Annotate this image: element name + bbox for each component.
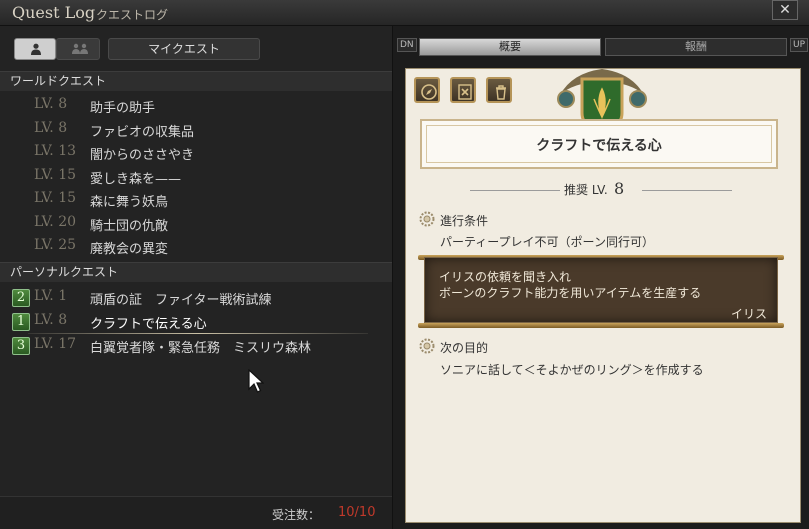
description-line-2: ボーンのクラフト能力を用いアイテムを生産する xyxy=(439,286,702,300)
tab-rewards[interactable]: 報酬 xyxy=(605,38,787,56)
quest-description-box: イリスの依頼を聞き入れ ボーンのクラフト能力を用いアイテムを生産する イリス xyxy=(424,257,778,323)
quest-row[interactable]: LV. 8 助手の助手 xyxy=(0,94,392,117)
conditions-label: 進行条件 xyxy=(440,214,489,228)
recommended-level-label: 推奨 LV. xyxy=(564,183,608,197)
gear-icon xyxy=(419,211,435,227)
track-quest-button[interactable] xyxy=(414,77,440,103)
quest-row[interactable]: 2 LV. 1 頑盾の証 ファイター戦術試練 xyxy=(0,286,392,309)
title-bar: Quest Log クエストログ ✕ xyxy=(0,0,809,26)
section-header-world: ワールドクエスト xyxy=(0,71,392,91)
accepted-count-value: 10/10 xyxy=(338,505,376,520)
tab-overview[interactable]: 概要 xyxy=(419,38,601,56)
divider-left xyxy=(470,190,560,191)
abandon-icon xyxy=(458,84,472,100)
quest-row[interactable]: LV. 8 ファビオの収集品 xyxy=(0,118,392,141)
quest-row[interactable]: LV. 15 愛しき森を—— xyxy=(0,165,392,188)
my-quest-button[interactable]: マイクエスト xyxy=(108,38,260,60)
quest-level: LV. 1 xyxy=(34,288,68,304)
quest-name: ファビオの収集品 xyxy=(90,125,195,140)
quest-level: LV. 13 xyxy=(34,143,77,159)
quest-name: 愛しき森を—— xyxy=(90,172,182,187)
window-title: Quest Log xyxy=(12,3,96,22)
quest-level: LV. 20 xyxy=(34,214,77,230)
close-button[interactable]: ✕ xyxy=(772,0,798,20)
quest-level: LV. 8 xyxy=(34,96,68,112)
divider-right xyxy=(642,190,732,191)
compass-icon xyxy=(421,84,437,100)
next-objective-label: 次の目的 xyxy=(440,341,489,355)
quest-row[interactable]: LV. 15 森に舞う妖鳥 xyxy=(0,188,392,211)
quest-level: LV. 15 xyxy=(34,167,77,183)
trash-icon xyxy=(496,85,506,100)
quest-row-selected[interactable]: 1 LV. 8 クラフトで伝える心 xyxy=(0,310,392,333)
conditions-text: パーティープレイ不可（ポーン同行可） xyxy=(440,235,654,249)
quest-level: LV. 8 xyxy=(34,120,68,136)
quest-row[interactable]: 3 LV. 17 白翼覚者隊・緊急任務 ミスリウ森林 xyxy=(0,334,392,357)
quest-name: 廃教会の異変 xyxy=(90,242,169,257)
quest-row[interactable]: LV. 13 闇からのささやき xyxy=(0,141,392,164)
quest-list-panel: マイクエスト ワールドクエスト LV. 8 助手の助手 LV. 8 ファビオの収… xyxy=(0,26,392,529)
next-objective-text: ソニアに話して＜そよかぜのリング＞を作成する xyxy=(440,363,704,377)
recommended-level-row: 推奨 LV. 8 xyxy=(406,179,802,201)
quest-name: 白翼覚者隊・緊急任務 ミスリウ森林 xyxy=(90,341,312,356)
gear-icon xyxy=(419,338,435,354)
party-icon xyxy=(72,43,88,54)
solo-filter-button[interactable] xyxy=(14,38,56,60)
quest-giver-name: イリス xyxy=(731,307,768,321)
section-header-personal: パーソナルクエスト xyxy=(0,262,392,282)
window-subtitle: クエストログ xyxy=(96,8,169,22)
description-line-1: イリスの依頼を聞き入れ xyxy=(439,270,572,284)
scroll-rod-bottom xyxy=(418,323,784,328)
party-filter-button[interactable] xyxy=(56,38,100,60)
quest-name: クラフトで伝える心 xyxy=(90,317,207,332)
quest-badge: 2 xyxy=(12,289,30,307)
accepted-count-label: 受注数： xyxy=(272,508,321,522)
quest-level: LV. 15 xyxy=(34,190,77,206)
person-icon xyxy=(31,43,41,55)
quest-badge: 1 xyxy=(12,313,30,331)
quest-title: クラフトで伝える心 xyxy=(536,138,662,154)
mouse-cursor-icon xyxy=(248,369,264,393)
quest-detail-card: クラフトで伝える心 推奨 LV. 8 進行条件 パーティープレイ不可（ポーン同行… xyxy=(405,68,801,523)
quest-count-footer: 受注数： 10/10 xyxy=(0,496,392,529)
delete-quest-button[interactable] xyxy=(486,77,512,103)
quest-level: LV. 17 xyxy=(34,336,77,352)
quest-name: 助手の助手 xyxy=(90,101,156,116)
quest-detail-panel: DN 概要 報酬 UP クラフトで伝える心 推奨 LV. 8 進行条件 パーティ… xyxy=(392,26,809,529)
quest-row[interactable]: LV. 20 騎士団の仇敵 xyxy=(0,212,392,235)
quest-level: LV. 8 xyxy=(34,312,68,328)
quest-name: 騎士団の仇敵 xyxy=(90,219,169,234)
quest-row[interactable]: LV. 25 廃教会の異変 xyxy=(0,235,392,258)
quest-badge: 3 xyxy=(12,337,30,355)
quest-title-frame: クラフトで伝える心 xyxy=(420,119,778,169)
up-button[interactable]: UP xyxy=(790,38,809,52)
quest-name: 頑盾の証 ファイター戦術試練 xyxy=(90,293,272,308)
dn-button[interactable]: DN xyxy=(397,38,417,52)
quest-name: 森に舞う妖鳥 xyxy=(90,195,169,210)
recommended-level-value: 8 xyxy=(614,179,625,198)
abandon-quest-button[interactable] xyxy=(450,77,476,103)
quest-name: 闇からのささやき xyxy=(90,148,195,163)
quest-level: LV. 25 xyxy=(34,237,77,253)
